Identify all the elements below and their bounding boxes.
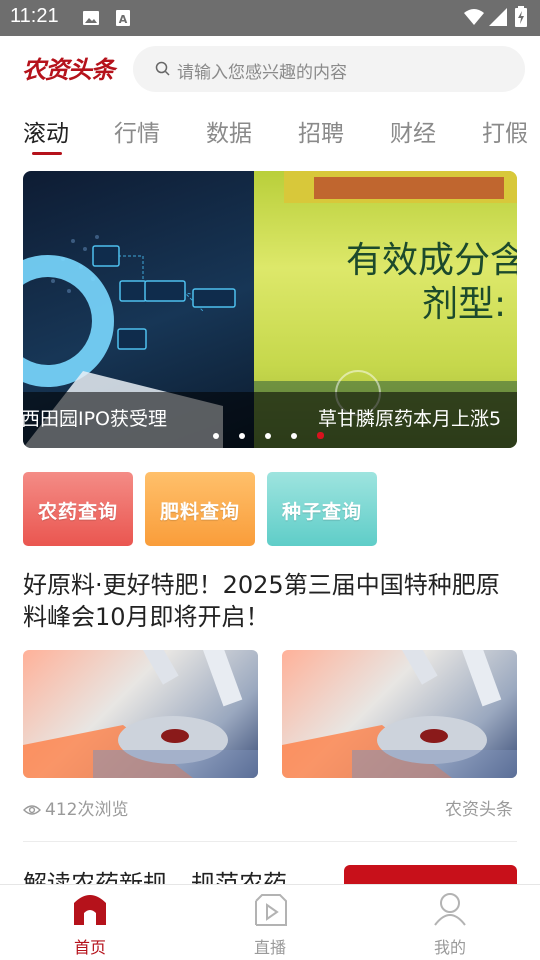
carousel-dot[interactable] <box>265 433 271 439</box>
tab-scroll[interactable]: 滚动 <box>23 114 69 148</box>
carousel-dot[interactable] <box>291 433 297 439</box>
home-icon <box>74 895 106 925</box>
nav-profile[interactable]: 我的 <box>390 885 510 960</box>
banner-caption: 西田园IPO获受理 <box>23 392 254 448</box>
tab-finance[interactable]: 财经 <box>390 114 436 148</box>
carousel-dot-active[interactable] <box>317 432 324 439</box>
pesticide-query-button[interactable]: 农药查询 <box>23 472 133 546</box>
nav-home-label: 首页 <box>73 938 106 957</box>
nav-profile-label: 我的 <box>433 938 466 957</box>
svg-text:A: A <box>119 13 128 26</box>
view-count-text: 412次浏览 <box>45 800 129 820</box>
nav-live-label: 直播 <box>253 938 286 957</box>
image-icon <box>83 11 99 25</box>
status-bar: 11:21 A <box>0 0 540 36</box>
search-placeholder: 请输入您感兴趣的内容 <box>177 63 347 83</box>
category-tabs: 滚动 行情 数据 招聘 财经 打假 <box>0 102 540 160</box>
tab-anti-counterfeit[interactable]: 打假 <box>482 114 528 148</box>
banner-caption: 草甘膦原药本月上涨5 <box>254 392 517 448</box>
search-bar[interactable]: 请输入您感兴趣的内容 <box>133 46 525 92</box>
live-icon <box>255 894 287 926</box>
fertilizer-query-label: 肥料查询 <box>159 501 240 523</box>
banner-slide[interactable]: 有效成分含 剂型: 草甘膦原药本月上涨5 <box>254 171 517 448</box>
article-source: 农资头条 <box>445 800 513 820</box>
slide-image-text-line2: 剂型: <box>422 284 507 325</box>
article-thumbnail[interactable] <box>23 650 258 778</box>
banner-carousel[interactable]: 西田园IPO获受理 有效成分含 剂型: 草甘膦原药本月上涨5 <box>23 171 517 448</box>
profile-icon <box>434 893 466 926</box>
wifi-icon <box>464 9 484 25</box>
view-count: 412次浏览 <box>23 795 128 820</box>
active-tab-indicator <box>32 152 62 155</box>
app-header: 农资头条 请输入您感兴趣的内容 <box>0 36 540 102</box>
article-thumbnail[interactable] <box>282 650 517 778</box>
app-logo: 农资头条 <box>22 56 115 84</box>
carousel-dot[interactable] <box>213 433 219 439</box>
eye-icon <box>23 805 41 815</box>
article-title[interactable]: 好原料·更好特肥！2025第三届中国特种肥原料峰会10月即将开启！ <box>23 569 523 633</box>
carousel-dot[interactable] <box>239 433 245 439</box>
divider <box>23 841 517 842</box>
seed-query-label: 种子查询 <box>281 501 362 523</box>
status-time: 11:21 <box>10 5 59 27</box>
nav-home[interactable]: 首页 <box>30 885 150 960</box>
search-icon <box>155 61 170 76</box>
lab-equipment-image <box>23 650 258 778</box>
pesticide-query-label: 农药查询 <box>37 501 118 523</box>
lab-equipment-image <box>282 650 517 778</box>
tab-recruit[interactable]: 招聘 <box>298 114 344 148</box>
nav-live[interactable]: 直播 <box>210 885 330 960</box>
seed-query-button[interactable]: 种子查询 <box>267 472 377 546</box>
battery-icon <box>515 6 527 27</box>
banner-slide[interactable]: 西田园IPO获受理 <box>23 171 254 448</box>
tab-market[interactable]: 行情 <box>114 114 160 148</box>
fertilizer-query-button[interactable]: 肥料查询 <box>145 472 255 546</box>
bottom-nav: 首页 直播 我的 <box>0 884 540 960</box>
signal-icon <box>489 8 507 26</box>
a-notification-icon: A <box>116 10 130 26</box>
tab-data[interactable]: 数据 <box>206 114 252 148</box>
